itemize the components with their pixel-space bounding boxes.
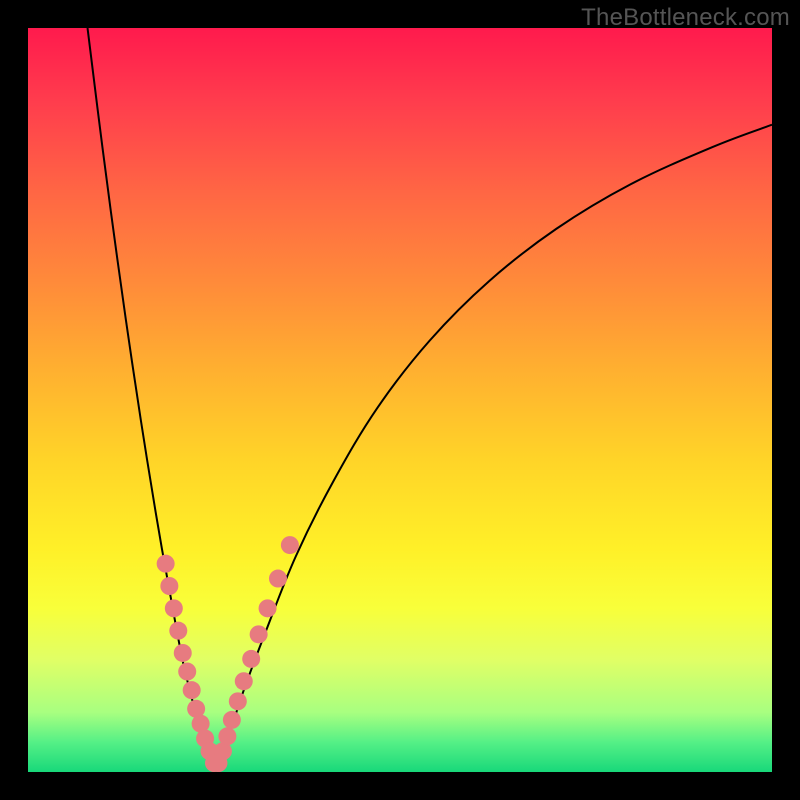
data-point <box>160 577 178 595</box>
data-point <box>269 570 287 588</box>
data-point <box>281 536 299 554</box>
data-point <box>242 650 260 668</box>
curve-layer <box>88 28 772 772</box>
data-point <box>235 672 253 690</box>
data-point <box>229 692 247 710</box>
dots-layer <box>157 536 299 772</box>
plot-area <box>28 28 772 772</box>
data-point <box>165 599 183 617</box>
chart-overlay <box>28 28 772 772</box>
data-point <box>259 599 277 617</box>
data-point <box>157 555 175 573</box>
data-point <box>223 711 241 729</box>
data-point <box>183 681 201 699</box>
data-point <box>169 622 187 640</box>
curve-left-branch <box>88 28 214 772</box>
data-point <box>218 727 236 745</box>
data-point <box>174 644 192 662</box>
curve-right-branch <box>214 125 772 772</box>
data-point <box>178 663 196 681</box>
watermark-label: TheBottleneck.com <box>581 4 790 32</box>
outer-frame: TheBottleneck.com <box>0 0 800 800</box>
data-point <box>250 625 268 643</box>
